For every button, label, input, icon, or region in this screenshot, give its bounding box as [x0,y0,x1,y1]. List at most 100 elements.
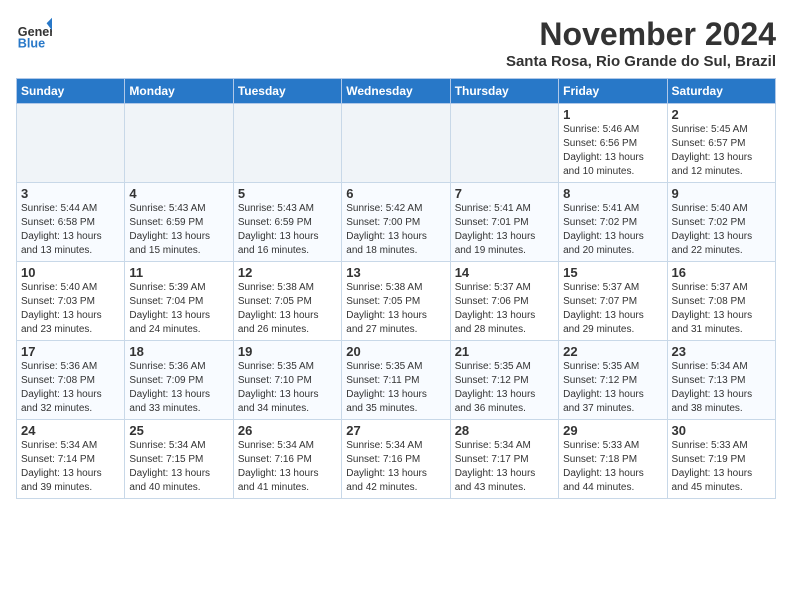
day-info: Sunrise: 5:42 AM Sunset: 7:00 PM Dayligh… [346,202,445,258]
day-cell: 15Sunrise: 5:37 AM Sunset: 7:07 PM Dayli… [559,262,667,341]
day-cell: 18Sunrise: 5:36 AM Sunset: 7:09 PM Dayli… [125,341,233,420]
day-number: 16 [672,265,771,280]
day-info: Sunrise: 5:34 AM Sunset: 7:13 PM Dayligh… [672,360,771,416]
day-info: Sunrise: 5:36 AM Sunset: 7:09 PM Dayligh… [129,360,228,416]
day-number: 28 [455,423,554,438]
day-number: 27 [346,423,445,438]
day-number: 13 [346,265,445,280]
day-cell: 29Sunrise: 5:33 AM Sunset: 7:18 PM Dayli… [559,420,667,499]
weekday-sunday: Sunday [17,79,125,104]
day-cell: 12Sunrise: 5:38 AM Sunset: 7:05 PM Dayli… [233,262,341,341]
day-cell: 28Sunrise: 5:34 AM Sunset: 7:17 PM Dayli… [450,420,558,499]
day-info: Sunrise: 5:41 AM Sunset: 7:02 PM Dayligh… [563,202,662,258]
day-number: 12 [238,265,337,280]
day-cell [125,104,233,183]
day-info: Sunrise: 5:43 AM Sunset: 6:59 PM Dayligh… [238,202,337,258]
week-row-1: 1Sunrise: 5:46 AM Sunset: 6:56 PM Daylig… [17,104,776,183]
day-number: 20 [346,344,445,359]
day-number: 5 [238,186,337,201]
weekday-tuesday: Tuesday [233,79,341,104]
day-number: 30 [672,423,771,438]
day-number: 21 [455,344,554,359]
day-number: 29 [563,423,662,438]
day-info: Sunrise: 5:46 AM Sunset: 6:56 PM Dayligh… [563,123,662,179]
day-info: Sunrise: 5:37 AM Sunset: 7:08 PM Dayligh… [672,281,771,337]
day-info: Sunrise: 5:34 AM Sunset: 7:14 PM Dayligh… [21,439,120,495]
weekday-thursday: Thursday [450,79,558,104]
day-cell: 1Sunrise: 5:46 AM Sunset: 6:56 PM Daylig… [559,104,667,183]
day-cell: 3Sunrise: 5:44 AM Sunset: 6:58 PM Daylig… [17,183,125,262]
day-number: 23 [672,344,771,359]
day-cell: 30Sunrise: 5:33 AM Sunset: 7:19 PM Dayli… [667,420,775,499]
day-number: 26 [238,423,337,438]
day-info: Sunrise: 5:34 AM Sunset: 7:17 PM Dayligh… [455,439,554,495]
day-number: 6 [346,186,445,201]
day-cell: 24Sunrise: 5:34 AM Sunset: 7:14 PM Dayli… [17,420,125,499]
day-info: Sunrise: 5:39 AM Sunset: 7:04 PM Dayligh… [129,281,228,337]
day-info: Sunrise: 5:40 AM Sunset: 7:03 PM Dayligh… [21,281,120,337]
day-number: 11 [129,265,228,280]
day-number: 15 [563,265,662,280]
day-info: Sunrise: 5:33 AM Sunset: 7:19 PM Dayligh… [672,439,771,495]
day-number: 8 [563,186,662,201]
day-info: Sunrise: 5:33 AM Sunset: 7:18 PM Dayligh… [563,439,662,495]
day-cell: 14Sunrise: 5:37 AM Sunset: 7:06 PM Dayli… [450,262,558,341]
day-info: Sunrise: 5:37 AM Sunset: 7:07 PM Dayligh… [563,281,662,337]
week-row-2: 3Sunrise: 5:44 AM Sunset: 6:58 PM Daylig… [17,183,776,262]
day-cell: 20Sunrise: 5:35 AM Sunset: 7:11 PM Dayli… [342,341,450,420]
day-cell: 8Sunrise: 5:41 AM Sunset: 7:02 PM Daylig… [559,183,667,262]
day-cell: 10Sunrise: 5:40 AM Sunset: 7:03 PM Dayli… [17,262,125,341]
svg-text:Blue: Blue [18,37,45,51]
day-info: Sunrise: 5:43 AM Sunset: 6:59 PM Dayligh… [129,202,228,258]
day-number: 2 [672,107,771,122]
day-info: Sunrise: 5:35 AM Sunset: 7:11 PM Dayligh… [346,360,445,416]
day-number: 19 [238,344,337,359]
day-cell: 6Sunrise: 5:42 AM Sunset: 7:00 PM Daylig… [342,183,450,262]
day-number: 10 [21,265,120,280]
day-number: 9 [672,186,771,201]
day-number: 1 [563,107,662,122]
calendar-table: SundayMondayTuesdayWednesdayThursdayFrid… [16,78,776,499]
day-cell: 16Sunrise: 5:37 AM Sunset: 7:08 PM Dayli… [667,262,775,341]
day-number: 14 [455,265,554,280]
title-block: November 2024 Santa Rosa, Rio Grande do … [506,16,776,70]
day-cell: 22Sunrise: 5:35 AM Sunset: 7:12 PM Dayli… [559,341,667,420]
week-row-3: 10Sunrise: 5:40 AM Sunset: 7:03 PM Dayli… [17,262,776,341]
day-cell: 4Sunrise: 5:43 AM Sunset: 6:59 PM Daylig… [125,183,233,262]
day-cell: 9Sunrise: 5:40 AM Sunset: 7:02 PM Daylig… [667,183,775,262]
day-cell: 7Sunrise: 5:41 AM Sunset: 7:01 PM Daylig… [450,183,558,262]
day-cell: 11Sunrise: 5:39 AM Sunset: 7:04 PM Dayli… [125,262,233,341]
weekday-wednesday: Wednesday [342,79,450,104]
day-number: 17 [21,344,120,359]
day-number: 25 [129,423,228,438]
day-info: Sunrise: 5:44 AM Sunset: 6:58 PM Dayligh… [21,202,120,258]
logo: General Blue [16,16,52,52]
day-info: Sunrise: 5:45 AM Sunset: 6:57 PM Dayligh… [672,123,771,179]
day-cell [233,104,341,183]
day-cell: 26Sunrise: 5:34 AM Sunset: 7:16 PM Dayli… [233,420,341,499]
day-cell: 25Sunrise: 5:34 AM Sunset: 7:15 PM Dayli… [125,420,233,499]
calendar-subtitle: Santa Rosa, Rio Grande do Sul, Brazil [506,53,776,70]
day-cell [450,104,558,183]
weekday-friday: Friday [559,79,667,104]
week-row-5: 24Sunrise: 5:34 AM Sunset: 7:14 PM Dayli… [17,420,776,499]
day-info: Sunrise: 5:34 AM Sunset: 7:15 PM Dayligh… [129,439,228,495]
day-cell [342,104,450,183]
day-info: Sunrise: 5:35 AM Sunset: 7:10 PM Dayligh… [238,360,337,416]
weekday-saturday: Saturday [667,79,775,104]
day-number: 22 [563,344,662,359]
day-info: Sunrise: 5:41 AM Sunset: 7:01 PM Dayligh… [455,202,554,258]
calendar-body: 1Sunrise: 5:46 AM Sunset: 6:56 PM Daylig… [17,104,776,499]
day-cell: 19Sunrise: 5:35 AM Sunset: 7:10 PM Dayli… [233,341,341,420]
day-info: Sunrise: 5:38 AM Sunset: 7:05 PM Dayligh… [238,281,337,337]
day-number: 18 [129,344,228,359]
logo-icon: General Blue [16,16,52,52]
day-number: 4 [129,186,228,201]
day-info: Sunrise: 5:34 AM Sunset: 7:16 PM Dayligh… [238,439,337,495]
day-number: 24 [21,423,120,438]
weekday-monday: Monday [125,79,233,104]
day-number: 3 [21,186,120,201]
day-info: Sunrise: 5:37 AM Sunset: 7:06 PM Dayligh… [455,281,554,337]
day-info: Sunrise: 5:35 AM Sunset: 7:12 PM Dayligh… [563,360,662,416]
day-cell: 27Sunrise: 5:34 AM Sunset: 7:16 PM Dayli… [342,420,450,499]
